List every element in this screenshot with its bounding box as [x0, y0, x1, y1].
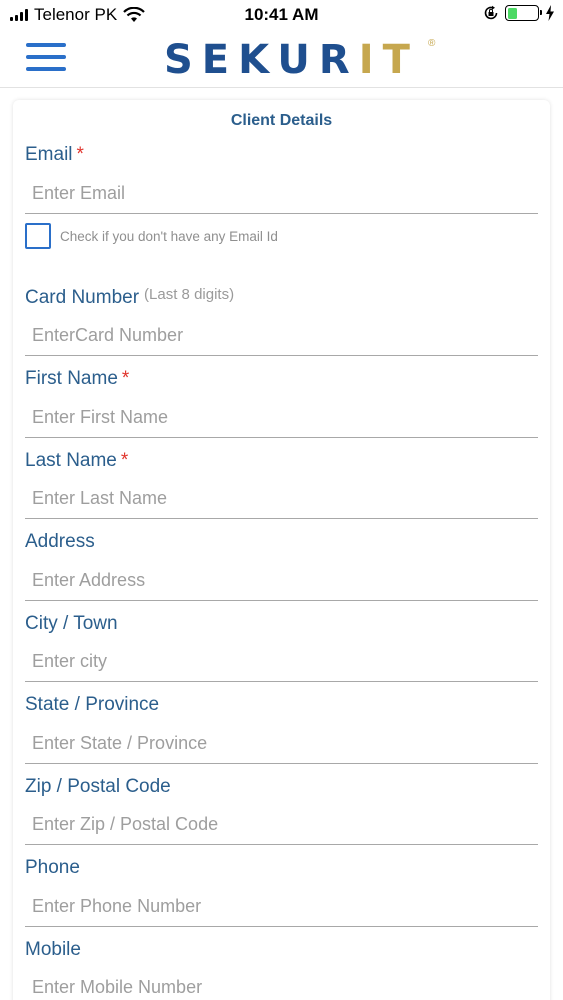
client-details-card: Client Details Email* Check if you don't…	[13, 100, 550, 1000]
mobile-label: Mobile	[25, 939, 81, 960]
first-name-label: First Name *	[25, 368, 130, 389]
clock: 10:41 AM	[244, 5, 319, 24]
status-bar: Telenor PK 10:41 AM	[0, 0, 563, 30]
card-number-input[interactable]	[25, 316, 538, 356]
required-asterisk: *	[121, 368, 130, 389]
battery-icon	[505, 5, 542, 21]
rotation-lock-icon	[484, 5, 498, 20]
phone-label: Phone	[25, 857, 80, 878]
state-label: State / Province	[25, 694, 160, 715]
first-name-input[interactable]	[25, 398, 538, 438]
last-name-label: Last Name *	[25, 450, 129, 471]
no-email-row: Check if you don't have any Email Id	[25, 223, 278, 249]
status-right	[483, 5, 555, 21]
sekurit-logo: SEKURIT	[164, 37, 419, 83]
no-email-checkbox[interactable]	[25, 223, 51, 249]
card-number-label: Card Number (Last 8 digits)	[25, 286, 235, 308]
zip-label: Zip / Postal Code	[25, 776, 171, 797]
phone-input[interactable]	[25, 887, 538, 927]
app-header: SEKURIT ®	[0, 30, 563, 88]
card-title: Client Details	[230, 112, 333, 129]
card-number-hint: (Last 8 digits)	[144, 286, 235, 303]
zip-input[interactable]	[25, 805, 538, 845]
email-input[interactable]	[25, 174, 538, 214]
mobile-input[interactable]	[25, 968, 538, 1000]
required-asterisk: *	[76, 144, 84, 165]
email-label: Email *	[25, 144, 84, 165]
charging-bolt-icon	[546, 5, 554, 21]
state-input[interactable]	[25, 724, 538, 764]
address-input[interactable]	[25, 561, 538, 601]
city-label: City / Town	[25, 613, 118, 634]
last-name-input[interactable]	[25, 479, 538, 519]
hamburger-menu-icon[interactable]	[26, 40, 66, 74]
required-asterisk: *	[120, 450, 129, 471]
no-email-checkbox-label: Check if you don't have any Email Id	[60, 228, 278, 244]
address-label: Address	[25, 531, 95, 552]
city-input[interactable]	[25, 642, 538, 682]
registered-mark: ®	[428, 38, 436, 49]
